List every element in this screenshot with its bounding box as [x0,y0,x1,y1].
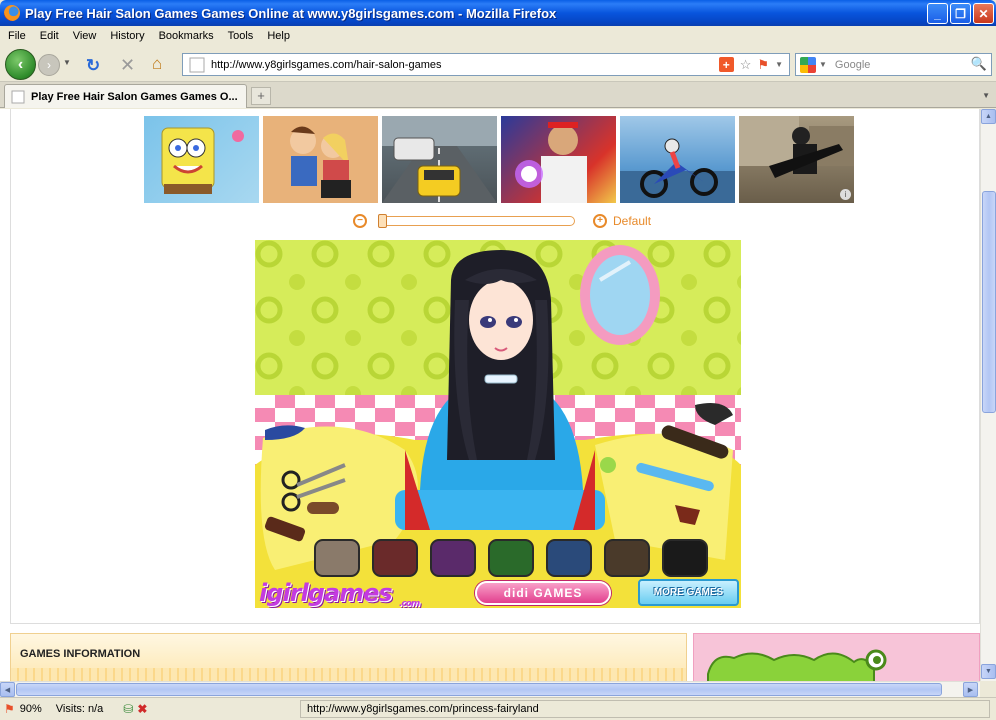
addon-icon[interactable]: ⛁ [123,702,133,716]
history-dropdown-icon[interactable]: ▼ [63,58,71,67]
address-url[interactable]: http://www.y8girlsgames.com/hair-salon-g… [211,59,441,71]
page-favicon [189,57,205,72]
menu-bar: File Edit View History Bookmarks Tools H… [0,26,996,46]
more-games-button[interactable]: MORE GAMES [638,579,739,606]
scroll-left-icon[interactable]: ◀ [0,682,15,697]
search-input[interactable]: Google [835,59,870,71]
window-titlebar[interactable]: Play Free Hair Salon Games Games Online … [0,0,996,26]
game-sponsor-logos: igirlgames .com didi GAMES MORE GAMES [255,579,741,609]
zoom-default-label[interactable]: Default [613,214,651,228]
add-feed-icon[interactable]: + [718,57,734,72]
back-button[interactable]: ‹ [5,49,36,80]
horizontal-scroll-thumb[interactable] [16,683,942,696]
firefox-icon [4,5,20,21]
thumbnail-bike[interactable] [620,116,735,203]
hair-salon-game[interactable] [255,240,741,608]
info-icon[interactable]: i [840,189,851,200]
status-zoom[interactable]: 90% [20,703,42,715]
minimize-button[interactable]: _ [927,3,948,24]
search-bar[interactable]: ▼ Google 🔍 [795,53,992,76]
zoom-in-icon[interactable]: + [593,214,607,228]
menu-help[interactable]: Help [267,30,290,42]
spongebob-image [161,127,244,194]
shooter-image [739,116,854,178]
didigames-logo[interactable]: didi GAMES [475,581,611,605]
window-title: Play Free Hair Salon Games Games Online … [25,5,557,21]
taxi-image [382,116,497,203]
status-visits: Visits: n/a [55,703,104,715]
url-dropdown-icon[interactable]: ▼ [775,60,783,73]
arrow-left-icon: ‹ [17,55,24,73]
reload-icon[interactable]: ↻ [86,56,100,76]
navigation-toolbar: ‹ › ▼ ↻ ✕ ⌂ http://www.y8girlsgames.com/… [0,46,996,82]
menu-file[interactable]: File [8,30,26,42]
tab-list-icon[interactable]: ▼ [982,91,990,100]
igirlgames-logo-domain: .com [399,599,420,609]
games-information-header: GAMES INFORMATION [20,648,141,660]
tab-label: Play Free Hair Salon Games Games O... [31,90,238,103]
close-button[interactable]: ✕ [973,3,994,24]
menu-view[interactable]: View [73,30,97,42]
scrollbar-corner [980,681,996,697]
flag-icon[interactable]: ⚑ [4,702,15,716]
games-information-panel: GAMES INFORMATION [10,633,687,681]
home-icon[interactable]: ⌂ [152,54,162,74]
menu-edit[interactable]: Edit [40,30,59,42]
game-scene [255,240,741,608]
flag-icon[interactable]: ⚑ [757,57,769,73]
thumbnail-spongebob[interactable] [144,116,259,203]
forward-button[interactable]: › [38,54,60,76]
tab-favicon [11,90,25,103]
panel-stripe [11,668,686,681]
game-thumbnails: i [144,116,854,203]
status-url-field: http://www.y8girlsgames.com/princess-fai… [300,700,990,718]
thumbnail-shooter[interactable]: i [739,116,854,203]
bookmark-star-icon[interactable]: ☆ [740,57,752,73]
thumbnail-fighter[interactable] [501,116,616,203]
motorbike-image [620,138,735,203]
tab-bar: Play Free Hair Salon Games Games O... + … [0,82,996,108]
menu-bookmarks[interactable]: Bookmarks [159,30,214,42]
zoom-slider[interactable] [378,214,575,228]
page-content: i − + Default igirlgames .com didi GAMES… [0,109,980,681]
google-engine-icon[interactable] [800,56,816,73]
scroll-down-icon[interactable]: ▼ [981,664,996,679]
scroll-up-icon[interactable]: ▲ [981,109,996,124]
wooshi-logo [694,634,979,681]
zoom-slider-knob[interactable] [378,214,387,228]
address-bar[interactable]: http://www.y8girlsgames.com/hair-salon-g… [182,53,790,76]
igirlgames-logo-text: igirlgames [259,579,393,607]
menu-tools[interactable]: Tools [228,30,254,42]
stop-icon[interactable]: ✕ [120,55,135,76]
fighter-image [515,122,587,203]
engine-dropdown-icon[interactable]: ▼ [819,60,827,69]
search-icon[interactable]: 🔍 [971,56,987,72]
scroll-right-icon[interactable]: ▶ [963,682,978,697]
vertical-scrollbar[interactable]: ▲ ▼ [980,109,996,681]
kissing-image [263,116,378,203]
game-zoom-control: − + Default [353,213,653,229]
zoom-out-icon[interactable]: − [353,214,367,228]
maximize-button[interactable]: ❐ [950,3,971,24]
status-url: http://www.y8girlsgames.com/princess-fai… [307,703,539,715]
thumbnail-kissing[interactable] [263,116,378,203]
vertical-scroll-thumb[interactable] [982,191,996,413]
igirlgames-logo[interactable]: igirlgames .com [259,579,420,609]
blocked-icon[interactable]: ✖ [137,702,147,716]
new-tab-button[interactable]: + [251,87,271,105]
arrow-right-icon: › [47,58,51,72]
menu-history[interactable]: History [110,30,144,42]
tab-active[interactable]: Play Free Hair Salon Games Games O... [4,84,247,108]
dye-pots[interactable] [314,539,708,577]
thumbnail-taxi[interactable] [382,116,497,203]
wooshi-banner[interactable] [693,633,980,681]
status-bar: ⚑ 90% Visits: n/a ⛁ ✖ http://www.y8girls… [0,697,996,720]
horizontal-scrollbar[interactable]: ◀ ▶ [0,681,980,697]
